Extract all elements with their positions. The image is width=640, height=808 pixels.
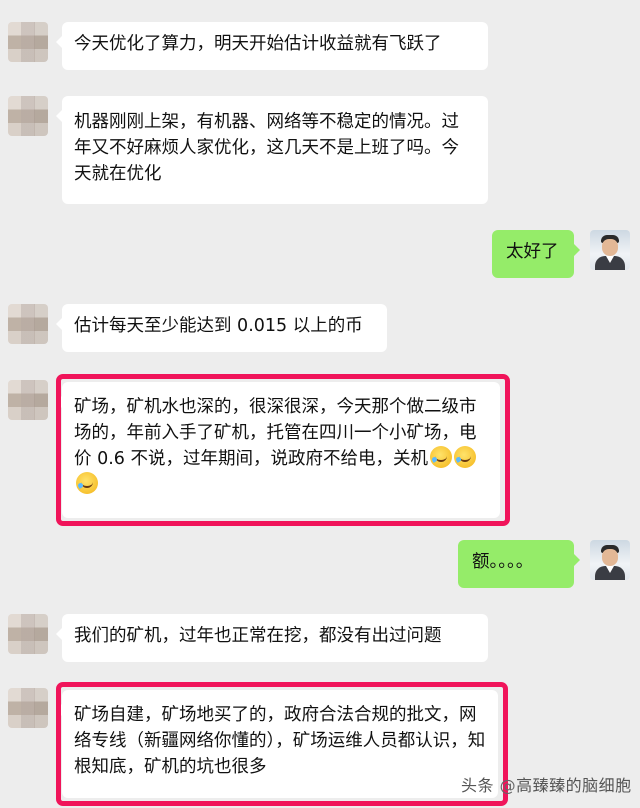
message-text: 矿场自建，矿场地买了的，政府合法合规的批文，网络专线（新疆网络你懂的），矿场运维… bbox=[74, 705, 486, 777]
message-text: 太好了 bbox=[506, 242, 559, 262]
contact-avatar[interactable] bbox=[8, 688, 48, 728]
self-avatar[interactable] bbox=[590, 230, 630, 270]
message-text: 我们的矿机，过年也正常在挖，都没有出过问题 bbox=[74, 626, 442, 646]
message-bubble-self: 太好了 bbox=[492, 230, 580, 278]
contact-avatar[interactable] bbox=[8, 614, 48, 654]
message-text: 估计每天至少能达到 0.015 以上的币 bbox=[74, 316, 363, 336]
watermark-name: 高臻臻的脑细胞 bbox=[516, 776, 632, 795]
watermark-at: @ bbox=[499, 776, 517, 795]
contact-avatar[interactable] bbox=[8, 22, 48, 62]
message-bubble: 我们的矿机，过年也正常在挖，都没有出过问题 bbox=[56, 614, 488, 662]
message-bubble-self: 额。。。。 bbox=[458, 540, 580, 588]
crying-laughing-emoji bbox=[429, 446, 452, 468]
watermark-prefix: 头条 bbox=[461, 776, 495, 795]
message-bubble: 矿场，矿机水也深的，很深很深，今天那个做二级市场的，年前入手了矿机，托管在四川一… bbox=[56, 382, 500, 518]
watermark: 头条 @高臻臻的脑细胞 bbox=[461, 772, 632, 796]
message-text: 今天优化了算力，明天开始估计收益就有飞跃了 bbox=[74, 34, 442, 54]
message-text: 矿场，矿机水也深的，很深很深，今天那个做二级市场的，年前入手了矿机，托管在四川一… bbox=[74, 397, 477, 469]
contact-avatar[interactable] bbox=[8, 96, 48, 136]
message-bubble: 估计每天至少能达到 0.015 以上的币 bbox=[56, 304, 387, 352]
message-bubble: 机器刚刚上架，有机器、网络等不稳定的情况。过年又不好麻烦人家优化，这几天不是上班… bbox=[56, 96, 488, 204]
crying-laughing-emoji bbox=[76, 472, 98, 494]
crying-laughing-emoji bbox=[453, 446, 476, 468]
self-avatar[interactable] bbox=[590, 540, 630, 580]
contact-avatar[interactable] bbox=[8, 380, 48, 420]
message-text: 额。。。。 bbox=[472, 552, 534, 572]
message-text: 机器刚刚上架，有机器、网络等不稳定的情况。过年又不好麻烦人家优化，这几天不是上班… bbox=[74, 112, 459, 184]
contact-avatar[interactable] bbox=[8, 304, 48, 344]
message-bubble: 今天优化了算力，明天开始估计收益就有飞跃了 bbox=[56, 22, 488, 70]
message-bubble: 矿场自建，矿场地买了的，政府合法合规的批文，网络专线（新疆网络你懂的），矿场运维… bbox=[56, 690, 498, 798]
